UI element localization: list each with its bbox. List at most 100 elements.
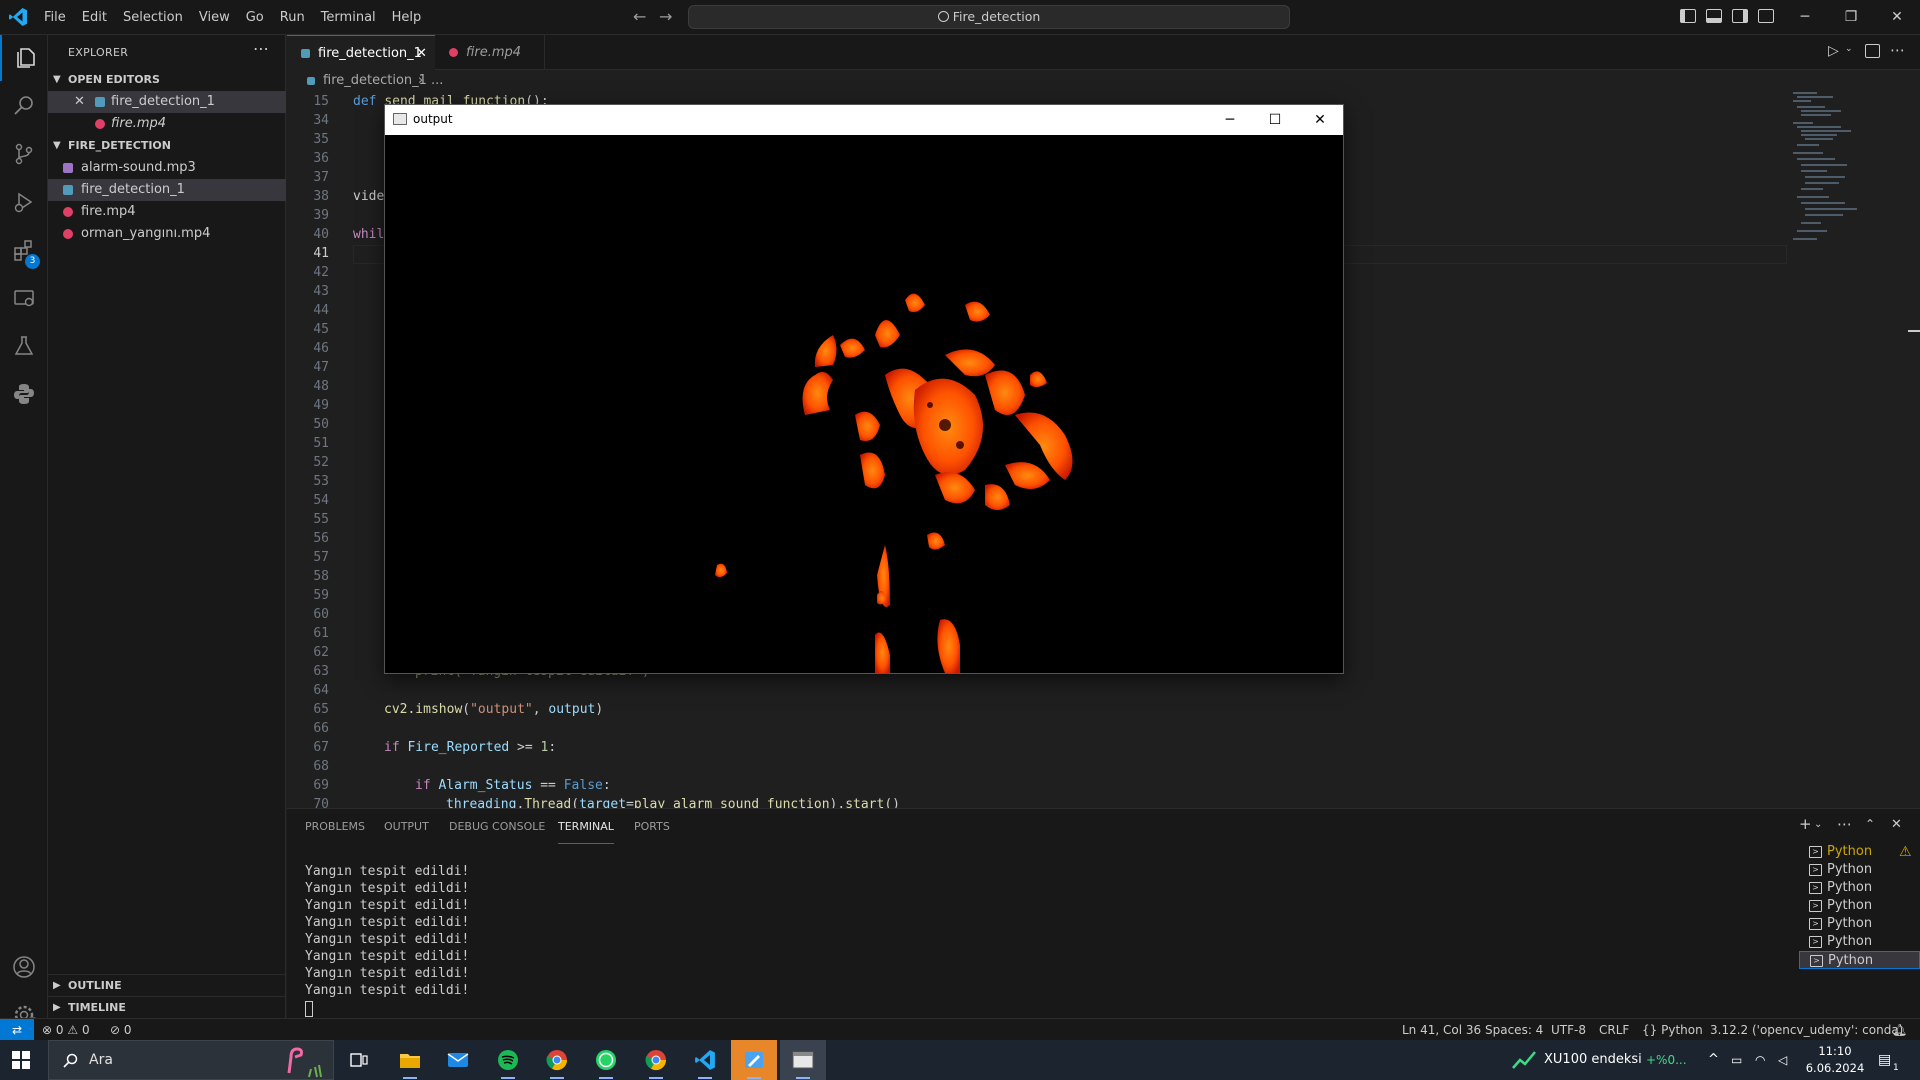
more-actions-icon[interactable]: ⋯ [1890, 41, 1905, 59]
taskbar-spotify[interactable] [485, 1040, 531, 1080]
taskbar-paint[interactable] [731, 1040, 777, 1080]
python-activity[interactable] [0, 371, 48, 417]
file-item[interactable]: orman_yangını.mp4 [48, 223, 286, 245]
minimize-button[interactable]: ─ [1782, 0, 1828, 35]
run-debug-activity[interactable] [0, 179, 48, 225]
close-button[interactable]: ✕ [1874, 0, 1920, 35]
close-panel-icon[interactable]: ✕ [1891, 817, 1902, 832]
source-control-activity[interactable] [0, 131, 48, 177]
restore-button[interactable]: ❐ [1828, 0, 1874, 35]
tab-problems[interactable]: PROBLEMS [305, 809, 365, 844]
maximize-panel-icon[interactable]: ⌃ [1865, 817, 1875, 831]
output-close-button[interactable]: ✕ [1297, 105, 1343, 135]
output-window-titlebar[interactable]: output ─ ☐ ✕ [385, 105, 1343, 135]
timeline-section[interactable]: ▶ TIMELINE [48, 996, 286, 1018]
taskbar-whatsapp[interactable] [583, 1040, 629, 1080]
terminal-instance[interactable]: > Python [1799, 915, 1920, 933]
taskbar-chrome-profile[interactable] [633, 1040, 679, 1080]
chevron-down-icon[interactable]: ⌄ [1845, 44, 1853, 54]
menu-edit[interactable]: Edit [74, 0, 115, 35]
menu-run[interactable]: Run [272, 0, 313, 35]
forward-arrow-icon[interactable]: → [659, 8, 672, 26]
minimap[interactable] [1787, 92, 1897, 272]
terminal-instance[interactable]: > Python [1799, 861, 1920, 879]
open-editor-item[interactable]: fire.mp4 [48, 113, 286, 135]
ports-status[interactable]: ⊘ 0 [110, 1019, 132, 1041]
taskbar-clock[interactable]: 11:10 6.06.2024 [1800, 1043, 1870, 1077]
output-window[interactable]: output ─ ☐ ✕ [384, 104, 1344, 674]
folder-section[interactable]: ▼ FIRE_DETECTION [48, 135, 286, 157]
command-center-search[interactable]: Fire_detection [688, 5, 1290, 29]
toggle-primary-sidebar-icon[interactable] [1680, 9, 1696, 23]
volume-icon[interactable]: ◁ [1778, 1040, 1787, 1080]
breadcrumb-file[interactable]: fire_detection_1 [323, 70, 427, 92]
chevron-down-icon[interactable]: ⌄ [1814, 819, 1822, 830]
breadcrumb-symbol[interactable]: ... [431, 70, 443, 92]
terminal-output[interactable]: Yangın tespit edildi! Yangın tespit edild… [305, 863, 469, 999]
menu-go[interactable]: Go [238, 0, 272, 35]
tab-fire-mp4[interactable]: fire.mp4 [435, 35, 545, 70]
menu-view[interactable]: View [191, 0, 238, 35]
more-actions-icon[interactable]: ⋯ [253, 39, 269, 58]
stock-widget-label[interactable]: XU100 endeksi [1544, 1040, 1642, 1080]
file-item[interactable]: fire_detection_1 [48, 179, 286, 201]
accounts-activity[interactable] [0, 944, 48, 990]
taskbar-search[interactable]: Ara [48, 1040, 334, 1080]
tab-debug-console[interactable]: DEBUG CONSOLE [449, 809, 545, 844]
new-terminal-icon[interactable]: + [1799, 815, 1812, 833]
menu-terminal[interactable]: Terminal [313, 0, 384, 35]
back-arrow-icon[interactable]: ← [633, 8, 646, 26]
customize-layout-icon[interactable] [1758, 9, 1774, 23]
task-view-button[interactable] [336, 1040, 382, 1080]
taskbar-chrome[interactable] [534, 1040, 580, 1080]
terminal-instance[interactable]: > Python [1799, 951, 1920, 969]
close-tab-icon[interactable]: ✕ [416, 36, 427, 71]
notification-center-icon[interactable]: ▤ [1878, 1040, 1891, 1080]
taskbar-output-window[interactable] [780, 1040, 826, 1080]
terminal-instance[interactable]: > Python [1799, 933, 1920, 951]
extensions-activity[interactable]: 3 [0, 227, 48, 273]
split-editor-icon[interactable] [1865, 44, 1880, 58]
show-hidden-icons-icon[interactable]: ^ [1708, 1040, 1719, 1080]
terminal-instance[interactable]: > Python [1799, 879, 1920, 897]
windows-start-icon[interactable] [12, 1051, 30, 1069]
run-icon[interactable]: ▷ [1828, 43, 1839, 59]
remote-explorer-activity[interactable] [0, 275, 48, 321]
file-item[interactable]: alarm-sound.mp3 [48, 157, 286, 179]
language-mode[interactable]: {} Python [1642, 1019, 1703, 1041]
file-item[interactable]: fire.mp4 [48, 201, 286, 223]
python-interpreter[interactable]: 3.12.2 ('opencv_udemy': conda) [1710, 1019, 1903, 1041]
open-editors-section[interactable]: ▼ OPEN EDITORS [48, 69, 286, 91]
vscode-logo-icon[interactable] [8, 7, 28, 27]
tab-fire-detection-1[interactable]: fire_detection_1 ✕ [287, 35, 435, 70]
encoding[interactable]: UTF-8 [1551, 1019, 1586, 1041]
menu-help[interactable]: Help [384, 0, 430, 35]
remote-indicator[interactable]: ⇄ [0, 1019, 34, 1041]
wifi-icon[interactable]: ◠ [1755, 1040, 1765, 1080]
taskbar-mail[interactable] [435, 1040, 481, 1080]
explorer-activity[interactable] [0, 35, 48, 81]
indentation[interactable]: Spaces: 4 [1485, 1019, 1543, 1041]
output-maximize-button[interactable]: ☐ [1252, 105, 1298, 135]
taskbar-vscode[interactable] [682, 1040, 728, 1080]
more-actions-icon[interactable]: ⋯ [1837, 815, 1852, 833]
taskbar-file-explorer[interactable] [387, 1040, 433, 1080]
menu-selection[interactable]: Selection [115, 0, 191, 35]
battery-icon[interactable]: ▭ [1731, 1040, 1742, 1080]
outline-section[interactable]: ▶ OUTLINE [48, 974, 286, 996]
open-editor-item[interactable]: ✕ fire_detection_1 [48, 91, 286, 113]
terminal-instance[interactable]: > Python [1799, 897, 1920, 915]
problems-status[interactable]: ⊗ 0 ⚠ 0 [42, 1019, 90, 1041]
output-minimize-button[interactable]: ─ [1207, 105, 1253, 135]
testing-activity[interactable] [0, 323, 48, 369]
menu-file[interactable]: File [36, 0, 74, 35]
search-activity[interactable] [0, 83, 48, 129]
toggle-secondary-sidebar-icon[interactable] [1732, 9, 1748, 23]
tab-output[interactable]: OUTPUT [384, 809, 429, 844]
tab-ports[interactable]: PORTS [634, 809, 670, 844]
end-of-line[interactable]: CRLF [1599, 1019, 1629, 1041]
cursor-position[interactable]: Ln 41, Col 36 [1402, 1019, 1481, 1041]
notifications-bell-icon[interactable]: 🔔︎ [1892, 1019, 1907, 1041]
tab-terminal[interactable]: TERMINAL [558, 809, 614, 844]
terminal-instance[interactable]: > Python ⚠ [1799, 843, 1920, 861]
